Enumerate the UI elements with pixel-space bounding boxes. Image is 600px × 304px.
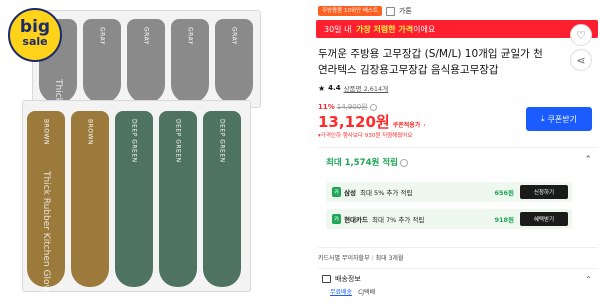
chevron-up-icon[interactable]: ⌃ <box>584 155 592 165</box>
product-image: GRAY Thick Rubber GRAY GRAY GRAY GRAY BR… <box>0 0 300 304</box>
big-sale-badge: big sale <box>8 8 62 62</box>
heart-icon[interactable]: ♡ <box>570 24 592 46</box>
box-icon <box>322 275 331 283</box>
price-drop-note: ▾가격인하 행사보다 930원 저렴해졌어요 <box>318 133 413 139</box>
glove: GRAY <box>127 19 165 103</box>
max-points-title: 최대 1,574원 적립 <box>326 156 408 168</box>
chevron-right-icon[interactable]: › <box>423 122 425 129</box>
gray-glove-pack: GRAY Thick Rubber GRAY GRAY GRAY GRAY <box>32 10 261 138</box>
glove: BROWN Thick Rubber Kitchen Gloves <box>27 111 65 300</box>
glove: GRAY <box>83 19 121 103</box>
store-line: 주방용품 10위안 베스트 가톤 <box>318 5 412 17</box>
brown-green-glove-pack: BROWN Thick Rubber Kitchen Gloves BROWN … <box>22 100 251 300</box>
rating: ★ 4.4 상품평 2,614개 <box>318 83 389 94</box>
card-icon: 카 <box>332 214 342 224</box>
glove: GRAY <box>215 19 253 103</box>
final-price: 13,120원 쿠폰적용가 › <box>318 113 426 131</box>
glove: BROWN <box>71 111 109 287</box>
brand-link[interactable]: 가톤 <box>399 6 412 16</box>
card-benefit-row: 카 삼성 최대 5% 추가 적립 656원 신청하기 <box>326 182 572 202</box>
glove: DEEP GREEN <box>203 111 241 287</box>
glove: DEEP GREEN <box>115 111 153 287</box>
glove: DEEP GREEN <box>159 111 197 287</box>
question-icon[interactable] <box>399 158 408 167</box>
benefit-button[interactable]: 혜택받기 <box>520 212 568 226</box>
review-link[interactable]: 상품평 2,614개 <box>344 83 389 93</box>
download-icon: ⤓ <box>541 114 545 123</box>
coupon-download-button[interactable]: ⤓ 쿠폰받기 <box>526 107 592 131</box>
chevron-up-icon: ⌃ <box>585 274 592 284</box>
card-benefit-row: 카 현대카드 최대 7% 추가 적립 918원 혜택받기 <box>326 209 572 229</box>
glove: GRAY <box>171 19 209 103</box>
product-info-panel: 주방용품 10위안 베스트 가톤 30일 내 가장 저렴한 가격 이에요 ♡ ⋖ … <box>308 0 600 304</box>
best-tag: 주방용품 10위안 베스트 <box>318 6 383 16</box>
store-home-icon[interactable] <box>386 6 396 16</box>
apply-button[interactable]: 신청하기 <box>520 185 568 199</box>
max-points-box: 최대 1,574원 적립 ⌃ 카 삼성 최대 5% 추가 적립 656원 신청하… <box>318 147 598 239</box>
info-icon[interactable] <box>369 103 377 111</box>
product-title: 두꺼운 주방용 고무장갑 (S/M/L) 10개입 균일가 천연라텍스 김장용고… <box>318 48 543 76</box>
installment-info: 카드사별 무이자할부 / 최대 3개월 <box>318 247 598 264</box>
free-shipping-link[interactable]: 무료배송 <box>330 287 352 296</box>
shipping-row: 무료배송 CJ택배 <box>330 287 375 296</box>
shipping-header[interactable]: 배송정보 ⌃ <box>318 268 598 284</box>
lowest-price-banner: 30일 내 가장 저렴한 가격 이에요 <box>316 20 598 38</box>
card-icon: 카 <box>332 187 342 197</box>
share-icon[interactable]: ⋖ <box>570 49 592 71</box>
courier: CJ택배 <box>358 289 376 296</box>
star-icon: ★ <box>318 83 326 93</box>
